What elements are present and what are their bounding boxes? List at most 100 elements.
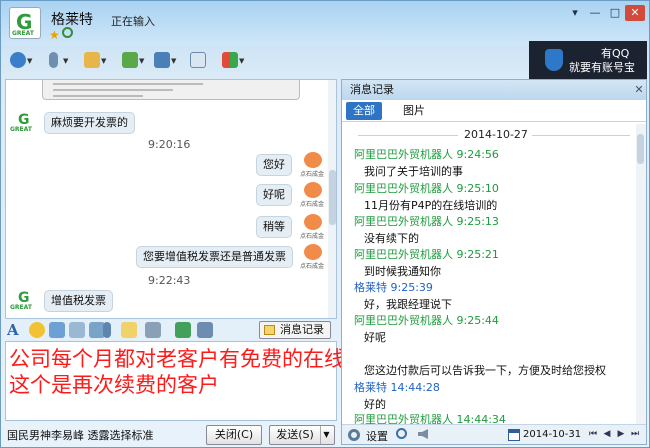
self-avatar[interactable]: 点石成金 [300, 214, 326, 240]
search-icon[interactable] [396, 428, 407, 439]
note-icon[interactable] [121, 322, 137, 338]
qq-ad-banner[interactable]: 有QQ 就要有账号宝 [529, 41, 647, 79]
red-packet-icon[interactable] [175, 322, 191, 338]
chat-window: G GREAT 格莱特 正在输入 ★ ▾ — □ ✕ ▼ ▼ ▼ ▼ ▼ ▼ 有… [0, 0, 650, 448]
remote-assist-button[interactable]: ▼ [119, 50, 147, 70]
history-sender: 阿里巴巴外贸机器人 9:24:56 [354, 148, 499, 161]
history-message: 您这边付款后可以告诉我一下，方便及时给您授权 [364, 364, 606, 377]
next-page-icon[interactable]: ▶ [616, 429, 626, 439]
camera-icon [10, 52, 26, 68]
calendar-icon[interactable] [508, 429, 520, 441]
add-screen-icon [122, 52, 138, 68]
contact-avatar-small[interactable]: G GREAT [10, 112, 38, 134]
message-bubble: 增值税发票 [44, 290, 113, 312]
screen-share-button[interactable]: ▼ [151, 50, 179, 70]
overlay-annotation: 这个是再次续费的客户 [9, 373, 219, 397]
chat-messages[interactable]: G GREAT 麻烦要开发票的 9:20:16 您好 点石成金 好呢 点石成金 稍… [5, 79, 337, 319]
dropdown-arrow-icon: ▼ [171, 57, 177, 65]
history-sender: 阿里巴巴外贸机器人 9:25:13 [354, 215, 499, 228]
tab-all[interactable]: 全部 [346, 102, 382, 120]
divider [532, 135, 630, 136]
history-sender: 阿里巴巴外贸机器人 9:25:21 [354, 248, 499, 261]
message-bubble: 您要增值税发票还是普通发票 [136, 246, 293, 268]
shake-icon[interactable] [69, 322, 85, 338]
history-message: 我问了关于培训的事 [364, 165, 463, 178]
calendar-date[interactable]: 2014-10-31 [523, 429, 581, 440]
dropdown-arrow-icon: ▼ [239, 57, 245, 65]
contact-name[interactable]: 格莱特 [51, 9, 93, 29]
star-icon[interactable]: ★ [49, 28, 60, 42]
chat-scrollbar[interactable] [328, 80, 336, 318]
close-icon[interactable]: ✕ [632, 80, 646, 100]
scrollbar-thumb[interactable] [637, 134, 644, 164]
history-message: 到时候我通知你 [364, 265, 441, 278]
message-history-button[interactable]: 消息记录 [259, 321, 331, 339]
avatar-icon [304, 182, 322, 198]
voice-call-button[interactable]: ▼ [43, 50, 71, 70]
status-swirl-icon[interactable] [62, 27, 73, 38]
self-avatar[interactable]: 点石成金 [300, 182, 326, 208]
history-title: 消息记录 [342, 80, 646, 100]
close-window-button[interactable]: ✕ [625, 5, 645, 21]
folder-icon [84, 52, 100, 68]
slideshow-button[interactable] [187, 50, 215, 70]
speaker-icon[interactable] [418, 429, 428, 439]
typing-status: 正在输入 [111, 15, 155, 28]
screenshot-icon[interactable] [197, 322, 213, 338]
history-sender: 格莱特 9:25:39 [354, 281, 433, 294]
video-call-button[interactable]: ▼ [7, 50, 35, 70]
send-file-button[interactable]: ▼ [81, 50, 109, 70]
send-button[interactable]: 发送(S) ▼ [269, 425, 335, 445]
dropdown-arrow-icon: ▼ [27, 57, 33, 65]
sticker-icon[interactable] [49, 322, 65, 338]
history-panel: 消息记录 ✕ 全部 图片 2014-10-27 阿里巴巴外贸机器人 9:24:5… [341, 79, 647, 445]
divider [358, 135, 458, 136]
font-icon[interactable]: A [7, 322, 23, 338]
title-bar: G GREAT 格莱特 正在输入 ★ ▾ — □ ✕ [1, 1, 649, 45]
contact-avatar[interactable]: G GREAT [9, 7, 41, 39]
ad-line2: 就要有账号宝 [569, 61, 635, 74]
last-page-icon[interactable]: ⏭ [630, 429, 640, 439]
logo-text: GREAT [12, 30, 34, 37]
message-bubble: 稍等 [256, 216, 292, 238]
prev-page-icon[interactable]: ◀ [602, 429, 612, 439]
history-icon [264, 325, 275, 335]
picture-icon[interactable] [145, 322, 161, 338]
avatar-icon [304, 244, 322, 260]
input-toolbar: A 消息记录 [1, 319, 341, 341]
history-scrollbar[interactable] [636, 124, 646, 424]
minimize-button[interactable]: — [585, 5, 605, 21]
avatar-icon [304, 152, 322, 168]
apps-button[interactable]: ▼ [219, 50, 247, 70]
presentation-icon [190, 52, 206, 68]
self-avatar[interactable]: 点石成金 [300, 244, 326, 270]
emoji-icon[interactable] [29, 322, 45, 338]
history-message: 11月份有P4P的在线培训的 [364, 199, 498, 212]
main-toolbar: ▼ ▼ ▼ ▼ ▼ ▼ [1, 45, 521, 75]
first-page-icon[interactable]: ⏮ [588, 429, 598, 439]
apps-grid-icon [222, 52, 238, 68]
avatar-icon [304, 214, 322, 230]
history-message: 好的 [364, 398, 386, 411]
shared-document-preview[interactable] [42, 80, 300, 100]
message-bubble: 好呢 [256, 184, 292, 206]
menu-icon[interactable]: ▾ [565, 5, 585, 21]
tab-images[interactable]: 图片 [400, 102, 428, 120]
chevron-down-icon[interactable]: ▼ [320, 426, 332, 444]
history-message: 没有续下的 [364, 232, 419, 245]
scrollbar-thumb[interactable] [329, 170, 336, 225]
contact-avatar-small[interactable]: G GREAT [10, 290, 38, 312]
shield-icon [545, 49, 563, 71]
dropdown-arrow-icon: ▼ [139, 57, 145, 65]
maximize-button[interactable]: □ [605, 5, 625, 21]
self-avatar[interactable]: 点石成金 [300, 152, 326, 178]
history-sender: 阿里巴巴外贸机器人 9:25:10 [354, 182, 499, 195]
voice-message-icon[interactable] [103, 322, 111, 338]
microphone-icon [49, 52, 58, 68]
settings-link[interactable]: 设置 [366, 428, 388, 444]
news-ticker[interactable]: 国民男神李易峰 透露选择标准 [7, 427, 154, 443]
history-sender: 阿里巴巴外贸机器人 9:25:44 [354, 314, 499, 327]
message-bubble: 您好 [256, 154, 292, 176]
gear-icon[interactable] [348, 429, 360, 441]
close-button[interactable]: 关闭(C) [206, 425, 262, 445]
